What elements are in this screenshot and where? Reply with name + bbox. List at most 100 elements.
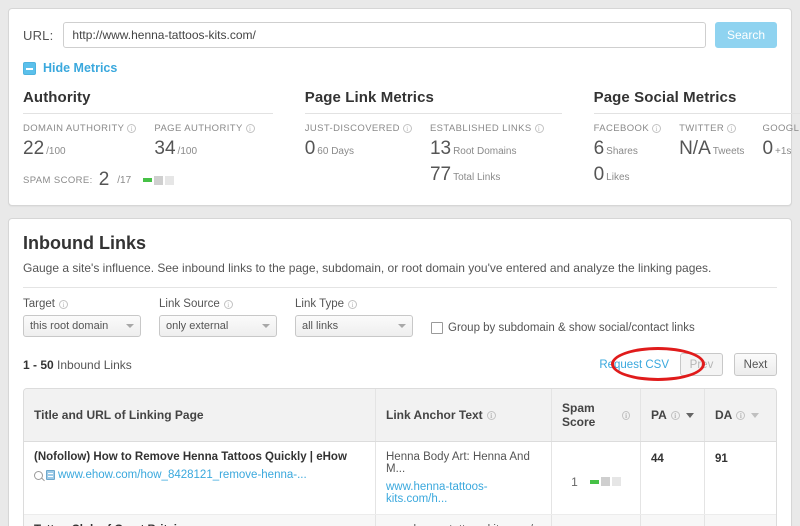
info-icon[interactable]: i	[127, 124, 137, 133]
chevron-down-icon	[126, 324, 134, 328]
table-row: Tattoo Club of Great Britain www.tattoo.…	[24, 515, 776, 526]
page-document-icon[interactable]	[46, 470, 55, 480]
inbound-links-panel: Inbound Links Gauge a site's influence. …	[8, 218, 792, 526]
just-discovered-caption: JUST-DISCOVERED i	[305, 123, 412, 134]
spam-score-bars	[143, 175, 175, 185]
column-header-anchor-text[interactable]: Link Anchor Text i	[376, 389, 552, 441]
column-header-pa-label: PA	[651, 408, 667, 422]
domain-authority-caption: DOMAIN AUTHORITY i	[23, 123, 137, 134]
cell-title-url: (Nofollow) How to Remove Henna Tattoos Q…	[24, 442, 376, 514]
filter-link-source: Link Source i only external	[159, 298, 277, 337]
group-by-subdomain-checkbox[interactable]	[431, 322, 443, 334]
link-source-select-value: only external	[166, 320, 229, 332]
total-links-value: 77	[429, 164, 452, 185]
google-caption: GOOGLE i	[762, 123, 800, 134]
info-icon[interactable]: i	[534, 124, 544, 133]
request-csv-link[interactable]: Request CSV	[599, 359, 669, 371]
results-count-suffix: Inbound Links	[57, 357, 132, 372]
total-links-line: 77 Total Links	[430, 164, 544, 186]
info-icon[interactable]: i	[736, 410, 746, 420]
link-source-select[interactable]: only external	[159, 315, 277, 337]
authority-metrics: DOMAIN AUTHORITY i 22/100 PAGE AUTHORITY…	[23, 123, 273, 160]
page-link-metrics-row: JUST-DISCOVERED i 0 60 Days ESTABLISHED L…	[305, 123, 562, 186]
page-authority-unit: /100	[177, 146, 198, 157]
established-links-metric: ESTABLISHED LINKS i 13 Root Domains 77 Tot…	[430, 123, 544, 186]
page-link-metrics-title: Page Link Metrics	[304, 89, 562, 114]
sort-desc-icon[interactable]	[685, 412, 694, 418]
target-select-value: this root domain	[30, 320, 109, 332]
info-icon[interactable]: i	[670, 410, 680, 420]
page-root: URL: Search Hide Metrics Authority DOMAI…	[0, 0, 800, 526]
column-header-anchor-text-label: Link Anchor Text	[386, 408, 483, 422]
info-icon[interactable]: i	[223, 299, 233, 309]
filter-target-label: Target i	[23, 298, 141, 310]
google-value: 0	[762, 138, 774, 159]
minus-box-icon[interactable]	[23, 61, 36, 75]
info-icon[interactable]: i	[622, 410, 630, 420]
column-header-da[interactable]: DA i	[705, 389, 776, 441]
row-spam-bars	[589, 477, 621, 486]
hide-metrics-label: Hide Metrics	[43, 61, 118, 75]
prev-button[interactable]: Prev	[680, 353, 723, 376]
filter-target: Target i this root domain	[23, 298, 141, 337]
url-input[interactable]	[63, 22, 706, 48]
row-da: 91	[715, 453, 728, 465]
info-icon[interactable]: i	[486, 410, 496, 420]
just-discovered-value-line: 0 60 Days	[305, 138, 412, 160]
row-url[interactable]: www.ehow.com/how_8428121_remove-henna-..…	[34, 469, 365, 481]
next-button[interactable]: Next	[734, 353, 777, 376]
spam-score-caption: SPAM SCORE:	[23, 174, 93, 186]
authority-column: Authority DOMAIN AUTHORITY i 22/100 PAGE…	[23, 89, 287, 191]
root-domains-line: 13 Root Domains	[430, 138, 544, 160]
cell-anchor: www.henna-tattoos-kits.com/ www.henna-ta…	[376, 515, 552, 526]
divider	[23, 287, 777, 288]
info-icon[interactable]: i	[402, 124, 412, 133]
established-links-caption-text: ESTABLISHED LINKS	[429, 123, 532, 134]
twitter-unit: Tweets	[712, 146, 745, 157]
inbound-links-subtitle: Gauge a site's influence. See inbound li…	[23, 261, 712, 275]
link-type-select[interactable]: all links	[295, 315, 413, 337]
column-header-spam-score[interactable]: Spam Score i	[552, 389, 641, 441]
inbound-links-table: Title and URL of Linking Page Link Ancho…	[23, 388, 777, 526]
chevron-down-icon	[262, 324, 270, 328]
cell-pa: 44	[641, 442, 705, 514]
domain-authority-value-line: 22/100	[23, 138, 136, 160]
spam-bar-empty	[165, 175, 175, 185]
page-authority-metric: PAGE AUTHORITY i 34/100	[154, 123, 255, 160]
results-actions: Request CSV Prev Next	[599, 353, 777, 376]
info-icon[interactable]: i	[348, 299, 358, 309]
row-url-text: www.ehow.com/how_8428121_remove-henna-..…	[58, 469, 307, 481]
info-icon[interactable]: i	[652, 124, 662, 133]
search-button[interactable]: Search	[715, 22, 777, 48]
spam-score-unit: /17	[117, 174, 132, 186]
sort-desc-icon[interactable]	[751, 412, 760, 418]
root-domains-unit: Root Domains	[453, 146, 517, 157]
page-social-metrics-row: FACEBOOK i 6 Shares 0 Likes TWITTER i N/…	[594, 123, 800, 186]
magnifier-icon[interactable]	[34, 470, 43, 480]
cell-da: 29	[705, 515, 776, 526]
domain-authority-value: 22	[23, 138, 45, 159]
google-caption-text: GOOGLE	[762, 123, 800, 134]
google-value-line: 0 +1s	[762, 138, 800, 160]
info-icon[interactable]: i	[727, 124, 737, 133]
hide-metrics-toggle[interactable]: Hide Metrics	[23, 61, 777, 75]
target-select[interactable]: this root domain	[23, 315, 141, 337]
domain-authority-metric: DOMAIN AUTHORITY i 22/100	[23, 123, 137, 160]
row-anchor-url[interactable]: www.henna-tattoos-kits.com/h...	[386, 481, 541, 505]
info-icon[interactable]: i	[58, 299, 68, 309]
spam-bar-empty	[611, 477, 621, 486]
info-icon[interactable]: i	[245, 124, 255, 133]
spam-bar-empty	[600, 477, 610, 486]
spam-score-row: SPAM SCORE: 2/17	[23, 169, 273, 191]
google-unit: +1s	[775, 146, 792, 157]
just-discovered-value: 0	[304, 138, 316, 159]
spam-score-value: 2	[98, 169, 110, 190]
row-spam-score: 1	[571, 474, 578, 489]
page-link-metrics-column: Page Link Metrics JUST-DISCOVERED i 0 60 …	[287, 89, 576, 191]
cell-spam-score: 2	[552, 515, 641, 526]
column-header-title-url[interactable]: Title and URL of Linking Page	[24, 389, 376, 441]
column-header-pa[interactable]: PA i	[641, 389, 705, 441]
row-title: (Nofollow) How to Remove Henna Tattoos Q…	[34, 451, 347, 463]
group-by-subdomain-row[interactable]: Group by subdomain & show social/contact…	[431, 322, 695, 337]
results-count-row: 1 - 50 Inbound Links Request CSV Prev Ne…	[23, 347, 777, 381]
